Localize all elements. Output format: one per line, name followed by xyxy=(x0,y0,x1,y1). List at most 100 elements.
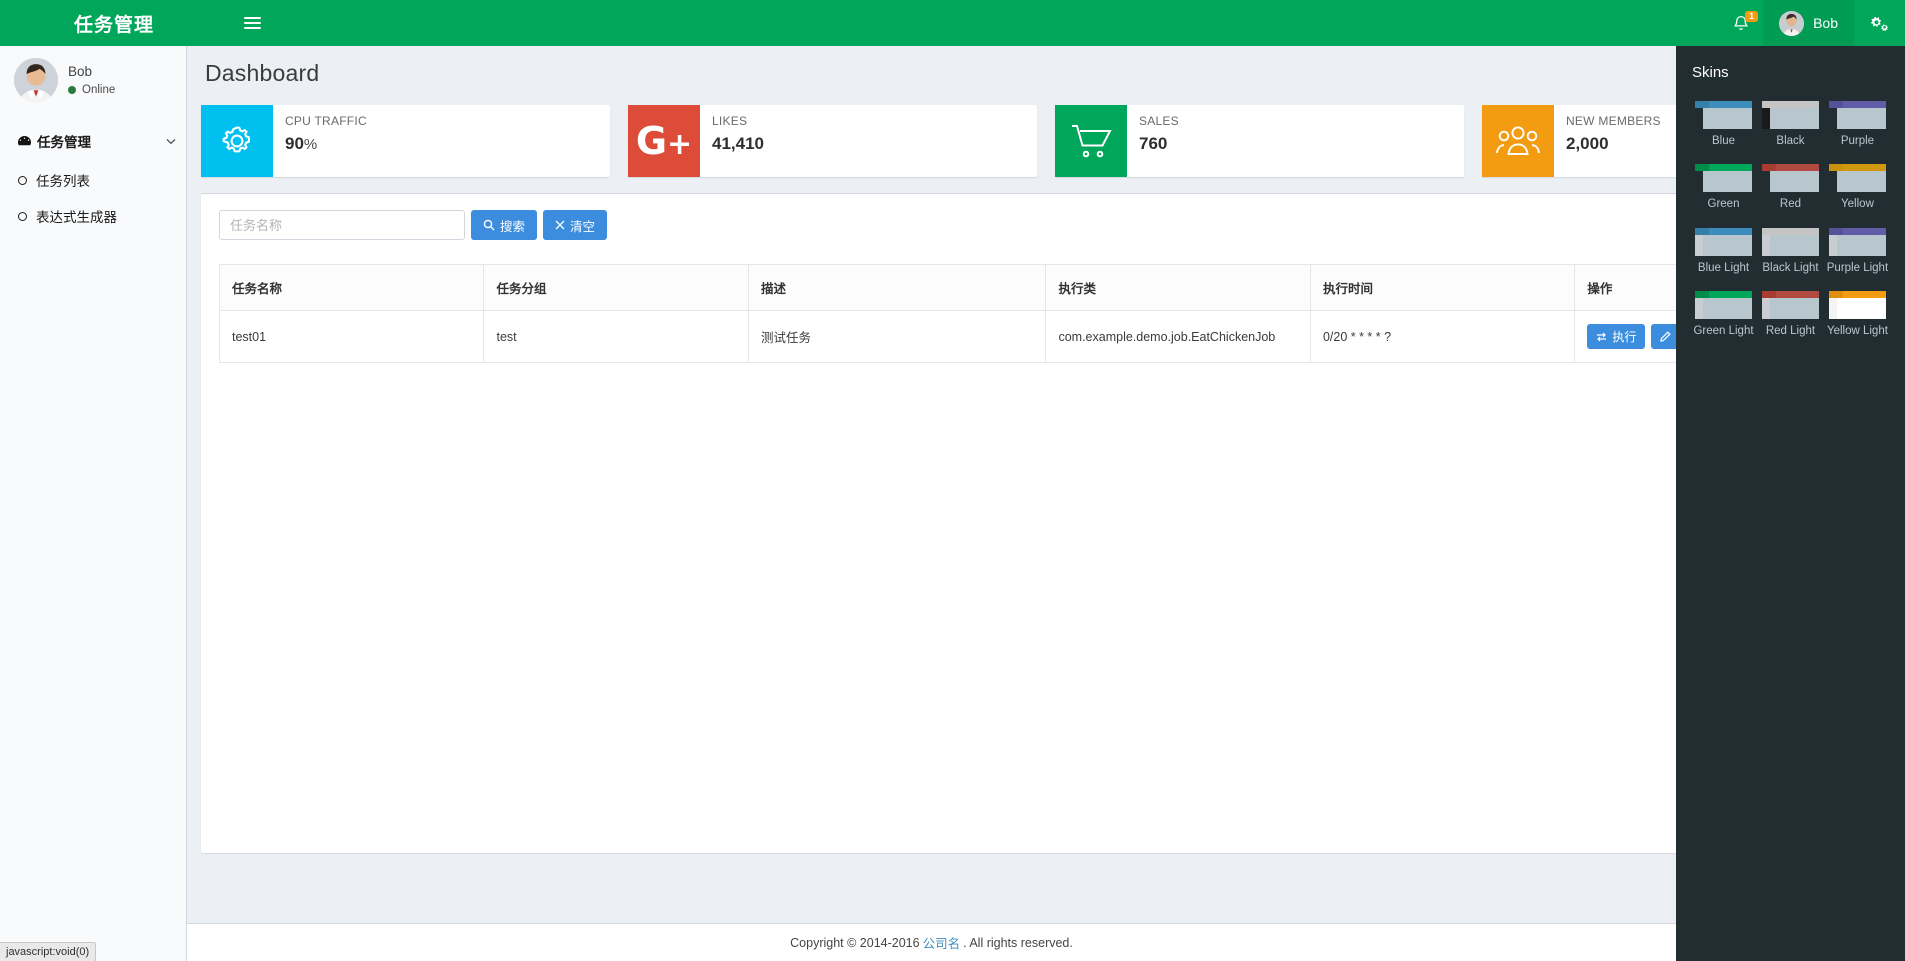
google-plus-icon: G+ xyxy=(628,105,700,177)
notifications-button[interactable]: 1 xyxy=(1719,0,1763,46)
info-box-content: LIKES 41,410 xyxy=(700,105,774,177)
skin-option-black[interactable]: Black xyxy=(1757,101,1824,148)
sidebar-item-label: 任务列表 xyxy=(36,170,90,190)
execute-button[interactable]: 执行 xyxy=(1587,324,1645,349)
info-box-value: 2,000 xyxy=(1566,134,1661,154)
skin-thumbnail xyxy=(1695,101,1752,129)
user-menu-name: Bob xyxy=(1813,15,1838,31)
skin-option-green[interactable]: Green xyxy=(1690,164,1757,211)
avatar xyxy=(1779,11,1804,36)
application-root: 任务管理 1 xyxy=(0,0,1905,961)
column-header-cron: 执行时间 xyxy=(1310,265,1574,311)
skin-option-blue-light[interactable]: Blue Light xyxy=(1690,228,1757,275)
cell-cron: 0/20 * * * * ? xyxy=(1310,311,1574,363)
skin-label: Purple xyxy=(1824,134,1891,148)
search-input[interactable] xyxy=(219,210,465,240)
app-logo[interactable]: 任务管理 xyxy=(0,0,228,46)
footer-link[interactable]: 公司名 xyxy=(923,933,961,952)
sidebar-toggle-button[interactable] xyxy=(228,0,276,46)
skin-label: Red xyxy=(1757,197,1824,211)
page-title: Dashboard xyxy=(205,60,1887,87)
cell-task-name: test01 xyxy=(220,311,484,363)
skin-label: Black Light xyxy=(1757,261,1824,275)
skin-label: Red Light xyxy=(1757,324,1824,338)
skin-thumbnail xyxy=(1829,164,1886,192)
skin-option-purple-light[interactable]: Purple Light xyxy=(1824,228,1891,275)
browser-status-bar: javascript:void(0) xyxy=(0,942,96,961)
skin-option-purple[interactable]: Purple xyxy=(1824,101,1891,148)
sidebar-menu: 任务管理 任务列表 表达式生成器 xyxy=(0,120,186,234)
sidebar-user-status: Online xyxy=(68,84,115,96)
sidebar-submenu: 任务列表 表达式生成器 xyxy=(0,162,186,234)
info-box-label: LIKES xyxy=(712,114,764,128)
info-box-suffix: % xyxy=(304,136,317,153)
skin-thumbnail xyxy=(1695,228,1752,256)
skin-thumbnail xyxy=(1762,101,1819,129)
info-box-likes[interactable]: G+ LIKES 41,410 xyxy=(628,105,1037,177)
skin-option-blue[interactable]: Blue xyxy=(1690,101,1757,148)
search-button[interactable]: 搜索 xyxy=(471,210,537,240)
task-table: 任务名称 任务分组 描述 执行类 执行时间 操作 test01 test 测试任 xyxy=(219,264,1873,363)
info-box-value: 90% xyxy=(285,134,367,154)
column-header-job-class: 执行类 xyxy=(1046,265,1310,311)
column-header-group: 任务分组 xyxy=(484,265,748,311)
online-status-icon xyxy=(68,86,76,94)
info-box-cpu-traffic[interactable]: CPU TRAFFIC 90% xyxy=(201,105,610,177)
sidebar-item-expression-generator[interactable]: 表达式生成器 xyxy=(0,198,186,234)
circle-o-icon xyxy=(18,212,27,221)
skin-label: Purple Light xyxy=(1824,261,1891,275)
skin-option-black-light[interactable]: Black Light xyxy=(1757,228,1824,275)
clear-button[interactable]: 清空 xyxy=(543,210,607,240)
skin-label: Yellow Light xyxy=(1824,324,1891,338)
info-box-content: NEW MEMBERS 2,000 xyxy=(1554,105,1671,177)
sidebar-user-status-label: Online xyxy=(82,84,115,96)
sidebar-menu-header-label: 任务管理 xyxy=(37,131,91,151)
sidebar-item-task-list[interactable]: 任务列表 xyxy=(0,162,186,198)
skin-label: Blue Light xyxy=(1690,261,1757,275)
cell-job-class: com.example.demo.job.EatChickenJob xyxy=(1046,311,1310,363)
skin-option-green-light[interactable]: Green Light xyxy=(1690,291,1757,338)
hamburger-menu-icon xyxy=(244,14,261,32)
exchange-icon xyxy=(1596,332,1607,342)
info-box-label: CPU TRAFFIC xyxy=(285,114,367,128)
main-header: 任务管理 1 xyxy=(0,0,1905,46)
skin-option-yellow[interactable]: Yellow xyxy=(1824,164,1891,211)
footer-prefix: Copyright © 2014-2016 xyxy=(790,936,919,950)
task-list-panel: 搜索 清空 xyxy=(201,193,1891,853)
circle-o-icon xyxy=(18,176,27,185)
user-menu-button[interactable]: Bob xyxy=(1763,0,1854,46)
skin-option-red-light[interactable]: Red Light xyxy=(1757,291,1824,338)
top-navbar: 1 Bob xyxy=(228,0,1905,46)
shopping-cart-icon xyxy=(1055,105,1127,177)
table-row[interactable]: test01 test 测试任务 com.example.demo.job.Ea… xyxy=(220,311,1873,363)
times-icon xyxy=(555,220,565,230)
cell-task-group: test xyxy=(484,311,748,363)
footer-suffix: . All rights reserved. xyxy=(963,936,1073,950)
avatar xyxy=(14,58,58,102)
sidebar-menu-header[interactable]: 任务管理 xyxy=(0,120,186,162)
control-sidebar-toggle[interactable] xyxy=(1854,0,1905,46)
table-header-row: 任务名称 任务分组 描述 执行类 执行时间 操作 xyxy=(220,265,1873,311)
info-boxes-row: CPU TRAFFIC 90% G+ LIKES 41,410 xyxy=(187,93,1905,177)
table-head: 任务名称 任务分组 描述 执行类 执行时间 操作 xyxy=(220,265,1873,311)
column-header-name: 任务名称 xyxy=(220,265,484,311)
skin-label: Green Light xyxy=(1690,324,1757,338)
bell-icon: 1 xyxy=(1733,15,1749,32)
info-box-sales[interactable]: SALES 760 xyxy=(1055,105,1464,177)
info-box-number: 90 xyxy=(285,134,304,153)
column-header-description: 描述 xyxy=(748,265,1046,311)
sidebar-user-info: Bob Online xyxy=(68,64,115,96)
info-box-value: 760 xyxy=(1139,134,1179,154)
skin-option-red[interactable]: Red xyxy=(1757,164,1824,211)
info-box-content: SALES 760 xyxy=(1127,105,1189,177)
skins-control-sidebar: Skins Blue Black xyxy=(1676,46,1905,961)
skin-option-yellow-light[interactable]: Yellow Light xyxy=(1824,291,1891,338)
cell-description: 测试任务 xyxy=(748,311,1046,363)
sidebar-item-task-management[interactable]: 任务管理 任务列表 表达式生成器 xyxy=(0,120,186,234)
table-body: test01 test 测试任务 com.example.demo.job.Ea… xyxy=(220,311,1873,363)
skin-label: Black xyxy=(1757,134,1824,148)
skin-thumbnail xyxy=(1762,228,1819,256)
search-toolbar: 搜索 清空 xyxy=(219,210,1873,240)
content-wrapper: Dashboard CPU TRAFFIC 90% xyxy=(187,46,1905,961)
skin-thumbnail xyxy=(1695,291,1752,319)
